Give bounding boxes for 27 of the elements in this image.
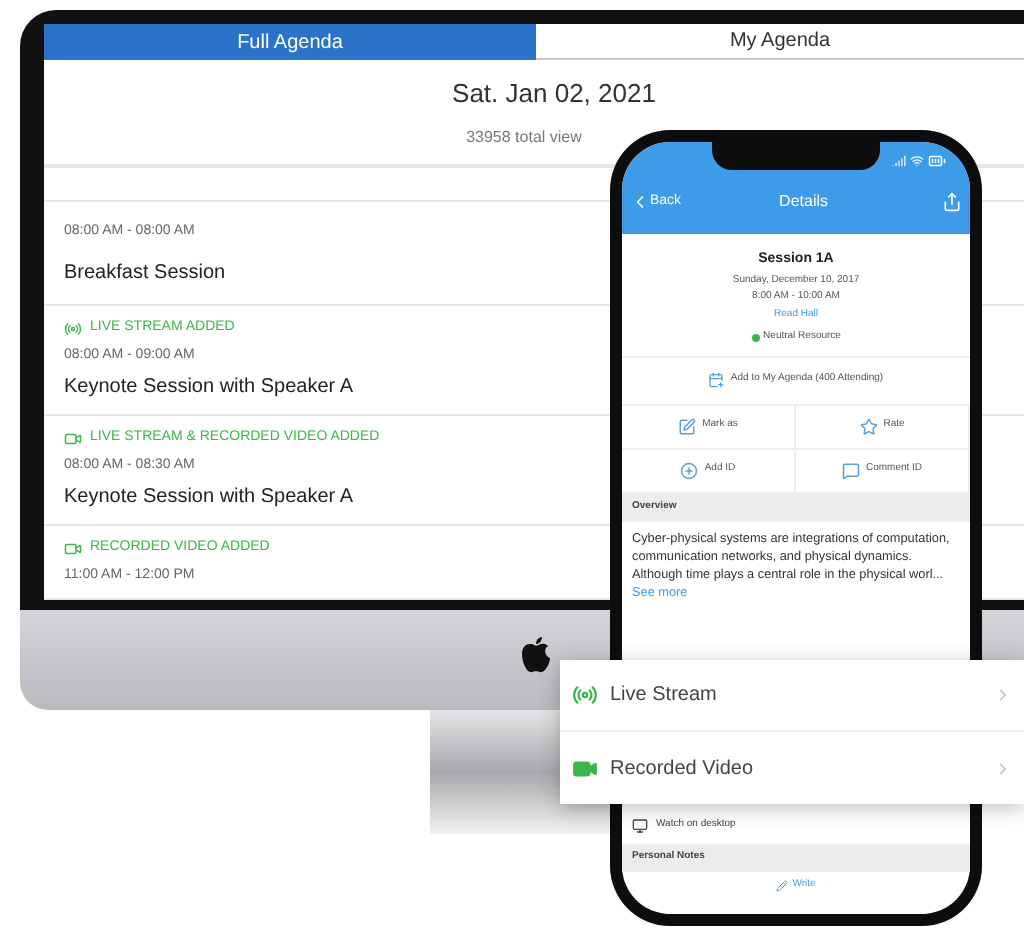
monitor-icon — [632, 818, 648, 834]
edit-icon — [678, 417, 697, 435]
stream-option[interactable]: Live Stream — [560, 660, 1024, 732]
battery-icon — [928, 151, 946, 169]
chevron-right-icon — [994, 686, 1012, 704]
comment-icon — [841, 461, 860, 479]
wifi-icon — [910, 153, 924, 167]
pencil-icon — [776, 879, 789, 891]
star-icon — [859, 417, 878, 435]
session-title: Breakfast Session — [64, 260, 226, 288]
broadcast-icon — [572, 682, 598, 708]
tab[interactable]: Full Agenda — [44, 24, 536, 61]
video-camera-icon — [64, 429, 82, 448]
stream-option[interactable]: Recorded Video — [560, 732, 1024, 804]
chevron-right-icon — [994, 759, 1012, 777]
signal-icon — [892, 153, 906, 167]
plus-icon — [680, 461, 699, 479]
session-title: Keynote Session with Speaker A — [64, 374, 354, 402]
video-camera-icon — [64, 539, 82, 558]
calendar-icon — [708, 372, 725, 388]
broadcast-icon — [64, 319, 82, 338]
share-icon[interactable] — [941, 192, 962, 212]
session-title: Keynote Session with Speaker A — [64, 484, 354, 512]
date-heading: Sat. Jan 02, 2021 — [452, 76, 656, 113]
apple-icon — [520, 636, 552, 674]
view-count: 33958 total view — [466, 125, 584, 150]
video-camera-icon — [572, 755, 598, 781]
